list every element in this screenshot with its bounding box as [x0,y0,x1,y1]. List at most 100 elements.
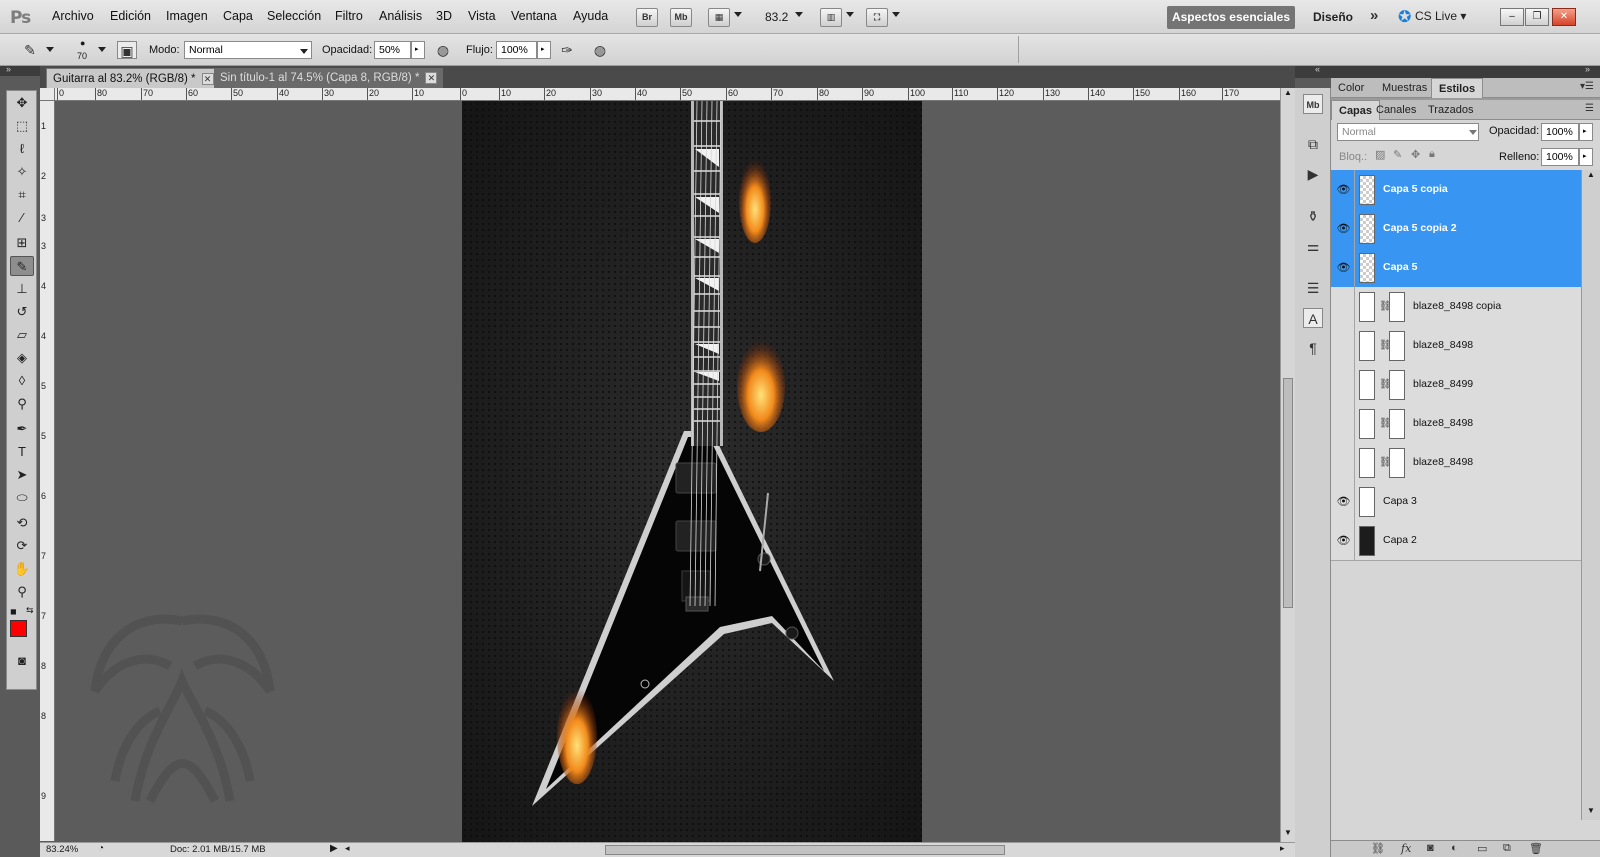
layer-mask-thumbnail[interactable] [1389,331,1405,361]
menu-imagen[interactable]: Imagen [166,9,208,23]
eye-icon[interactable]: 👁︎ [1333,170,1355,210]
layers-scroll-down-icon[interactable]: ▼ [1587,806,1595,815]
visibility-toggle[interactable] [1333,404,1355,444]
menu-3d[interactable]: 3D [436,9,452,23]
layers-scroll-up-icon[interactable]: ▲ [1587,170,1595,179]
layer-row[interactable]: ⛓ blaze8_8498 copia [1331,287,1581,327]
brush-picker-dropdown-icon[interactable] [98,47,106,52]
eraser-tool-icon[interactable]: ▱ [10,325,34,345]
visibility-toggle[interactable] [1333,365,1355,405]
lock-all-icon[interactable]: 🔒︎ [1429,148,1435,161]
tool-preset-dropdown-icon[interactable] [46,47,54,52]
close-tab-icon[interactable]: ✕ [425,72,438,84]
cs-live-menu[interactable]: CS Live ▾ [1415,9,1466,23]
swap-colors-icon[interactable]: ⇆ [26,605,34,616]
lock-position-icon[interactable]: ✥ [1411,148,1420,161]
hand-tool-icon[interactable]: ✋ [10,559,34,579]
layers-panel-menu-icon[interactable]: ☰ [1585,103,1594,114]
opacity-field[interactable]: 50% [374,41,411,59]
airbrush-icon[interactable]: ✑ [557,41,577,59]
tool-presets-panel-icon[interactable]: ☰ [1303,278,1323,298]
tab-muestras[interactable]: Muestras [1375,78,1434,98]
vertical-scrollbar[interactable]: ▲ ▼ [1280,88,1295,842]
pen-tool-icon[interactable]: ✒ [10,419,34,439]
clone-stamp-tool-icon[interactable]: ⊥ [10,279,34,299]
path-selection-tool-icon[interactable]: ➤ [10,465,34,485]
brush-tool-icon[interactable]: ✎ [10,256,34,276]
eye-icon[interactable]: 👁︎ [1333,482,1355,522]
history-brush-tool-icon[interactable]: ↺ [10,302,34,322]
eye-icon[interactable]: 👁︎ [1333,248,1355,288]
default-colors-icon[interactable]: ◼ [10,607,17,616]
scroll-down-icon[interactable]: ▼ [1284,828,1292,837]
layer-opacity-slider-icon[interactable]: ▸ [1579,123,1593,141]
status-zoom[interactable]: 83.24% [46,844,78,855]
link-layers-icon[interactable]: ⛓ [1371,842,1385,855]
tab-canales[interactable]: Canales [1369,100,1423,120]
flow-field[interactable]: 100% [496,41,537,59]
brush-tool-preset-icon[interactable]: ✎ [20,41,40,59]
tablet-size-icon[interactable]: ◍ [590,41,610,59]
flow-slider-icon[interactable]: ▸ [537,41,551,59]
layer-row[interactable]: 👁︎ Capa 2 [1331,521,1581,561]
document-canvas[interactable] [462,101,922,842]
bridge-button[interactable]: Br [636,8,658,27]
history-panel-icon[interactable]: ⧉ [1303,134,1323,154]
blur-tool-icon[interactable]: ◊ [10,371,34,391]
crop-tool-icon[interactable]: ⌗ [10,185,34,205]
adjustment-layer-icon[interactable]: ◐ [1451,842,1458,854]
eye-icon[interactable]: 👁︎ [1333,209,1355,249]
layer-row[interactable]: 👁︎ Capa 5 copia [1331,170,1581,210]
quick-selection-tool-icon[interactable]: ✧ [10,162,34,182]
layer-row[interactable]: ⛓ blaze8_8498 [1331,404,1581,444]
tab-color[interactable]: Color [1331,78,1371,98]
tab-estilos[interactable]: Estilos [1431,78,1484,98]
blend-mode-select[interactable]: Normal [1337,123,1479,141]
shape-tool-icon[interactable]: ⬭ [10,488,34,508]
layer-opacity-field[interactable]: 100% [1541,123,1579,141]
extras-icon[interactable]: ▦ [708,8,730,27]
workspace-essentials-button[interactable]: Aspectos esenciales [1167,6,1295,29]
zoom-level[interactable]: 83.2 [765,10,788,24]
menu-filtro[interactable]: Filtro [335,9,363,23]
close-button[interactable]: ✕ [1552,8,1576,26]
mode-select[interactable]: Normal [184,41,312,59]
layer-row[interactable]: 👁︎ Capa 3 [1331,482,1581,522]
scroll-left-icon[interactable]: ◂ [345,843,350,854]
add-mask-icon[interactable]: ◙ [1427,842,1434,854]
workspace-more-icon[interactable]: » [1370,7,1378,24]
brush-size-value[interactable]: 70 [77,51,87,61]
screen-mode-icon[interactable]: ⛶ [866,8,888,27]
eyedropper-tool-icon[interactable]: ⁄ [10,208,34,228]
layer-row[interactable]: ⛓ blaze8_8499 [1331,365,1581,405]
paint-bucket-tool-icon[interactable]: ◈ [10,348,34,368]
collapse-icons-icon[interactable]: « [1315,64,1320,74]
layer-row[interactable]: ⛓ blaze8_8498 [1331,443,1581,483]
tab-sin-titulo[interactable]: Sin título-1 al 74.5% (Capa 8, RGB/8) * ✕ [214,68,444,88]
tab-trazados[interactable]: Trazados [1421,100,1480,120]
marquee-tool-icon[interactable]: ⬚ [10,116,34,136]
new-group-icon[interactable]: ▭ [1477,842,1487,855]
menu-seleccion[interactable]: Selección [267,9,321,23]
layer-mask-thumbnail[interactable] [1389,292,1405,322]
healing-brush-tool-icon[interactable]: ⊞ [10,233,34,253]
layer-style-icon[interactable]: fx [1401,842,1411,855]
new-layer-icon[interactable]: ⧉ [1503,842,1511,855]
menu-vista[interactable]: Vista [468,9,496,23]
menu-ventana[interactable]: Ventana [511,9,557,23]
adjustments-panel-icon[interactable]: ⚌ [1303,236,1323,256]
eye-icon[interactable]: 👁︎ [1333,521,1355,561]
brush-tip-icon[interactable]: ● [80,38,85,48]
layer-mask-thumbnail[interactable] [1389,370,1405,400]
blend-mode-dropdown-icon[interactable] [1469,130,1477,135]
vertical-scroll-thumb[interactable] [1283,378,1293,608]
layer-row[interactable]: 👁︎ Capa 5 copia 2 [1331,209,1581,249]
horizontal-scroll-thumb[interactable] [605,845,1005,855]
actions-panel-icon[interactable]: ▶ [1303,164,1323,184]
menu-archivo[interactable]: Archivo [52,9,94,23]
layer-row[interactable]: 👁︎ Capa 5 [1331,248,1581,288]
zoom-dropdown-icon[interactable] [795,12,803,17]
visibility-toggle[interactable] [1333,443,1355,483]
collapse-panels-icon[interactable]: » [1585,64,1590,74]
tab-guitarra[interactable]: Guitarra al 83.2% (RGB/8) * ✕ [46,68,221,88]
